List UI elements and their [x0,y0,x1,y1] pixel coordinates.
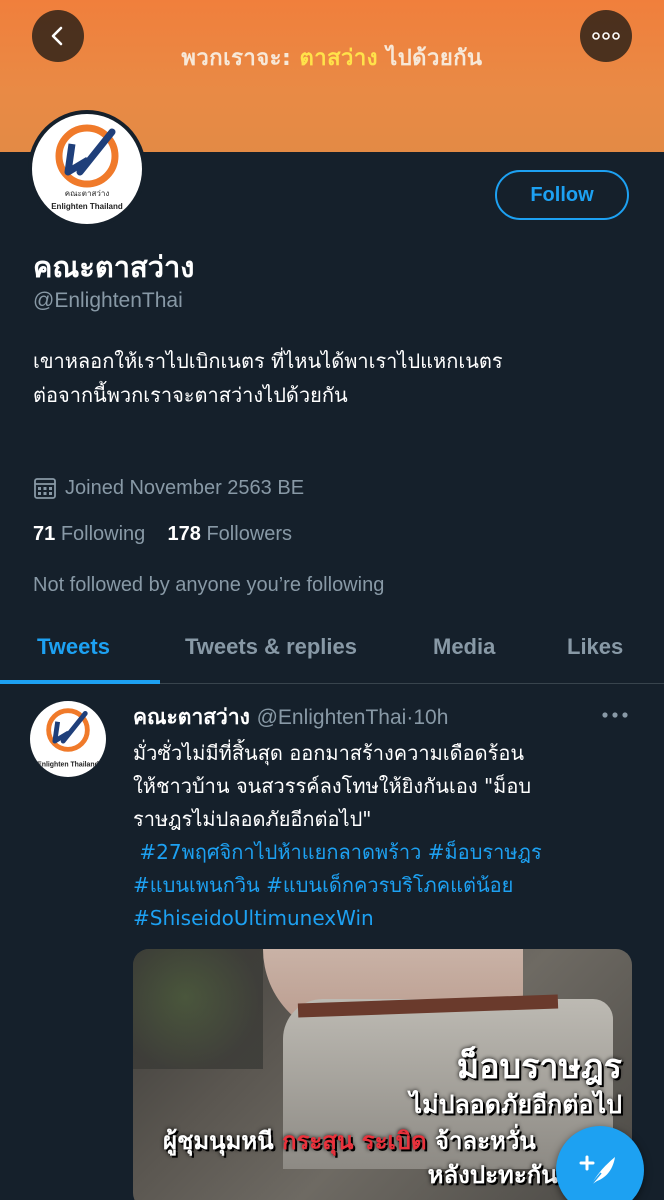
svg-text:Enlighten Thailand: Enlighten Thailand [37,762,99,769]
svg-text:Enlighten Thailand: Enlighten Thailand [51,202,123,211]
hashtag-link[interactable]: #27พฤศจิกาไปห้าแยกลาดพร้าว [139,840,421,864]
joined-text: Joined November 2563 BE [65,476,305,499]
tweet-author-handle: @EnlightenThai [256,706,407,729]
tweet-text: มั่วซั่วไม่มีที่สิ้นสุด ออกมาสร้างความเด… [133,737,653,935]
tweet-author-name[interactable]: คณะตาสว่าง [133,705,250,729]
tweet[interactable]: Enlighten Thailand คณะตาสว่าง @Enlighten… [0,685,664,1200]
tweet-time: 10h [413,706,449,729]
profile-bio: เขาหลอกให้เราไปเบิกเนตร ที่ไหนได้พาเราไป… [33,344,633,412]
not-followed-notice: Not followed by anyone you’re following [33,574,385,596]
enlighten-logo: Enlighten Thailand [37,708,99,769]
follow-button[interactable]: Follow [495,170,629,220]
hashtag-link[interactable]: #ม็อบราษฎร [428,840,542,864]
more-horizontal-icon [602,712,628,718]
photo-background [133,949,263,1069]
more-button[interactable] [580,10,632,62]
hashtag-link[interactable]: #แบนเพนกวิน [133,873,260,897]
hashtag-link[interactable]: #ShiseidoUltimunexWin [133,906,374,930]
tab-likes[interactable]: Likes [567,634,623,660]
tweet-menu-button[interactable] [602,703,628,722]
tweet-line: มั่วซั่วไม่มีที่สิ้นสุด ออกมาสร้างความเด… [133,741,525,765]
tweet-header: คณะตาสว่าง @EnlightenThai·10h [133,701,448,734]
back-button[interactable] [32,10,84,62]
tweet-avatar[interactable]: Enlighten Thailand [30,701,106,777]
tab-tweets[interactable]: Tweets [37,634,110,660]
profile-handle: @EnlightenThai [33,289,183,312]
tweet-hashtags-line: #27พฤศจิกาไปห้าแยกลาดพร้าว #ม็อบราษฎร [133,836,653,869]
profile-tabs: Tweets Tweets & replies Media Likes [0,616,664,684]
svg-text:คณะตาสว่าง: คณะตาสว่าง [65,189,110,198]
tab-tweets-replies[interactable]: Tweets & replies [185,634,357,660]
followers-link[interactable]: 178 Followers [168,523,293,545]
tweet-hashtags-line: #ShiseidoUltimunexWin [133,902,653,935]
follow-stats: 71 Following 178 Followers [33,523,292,546]
hashtag-link[interactable]: #แบนเด็กควรบริโภคแต่น้อย [266,873,513,897]
bio-line: ต่อจากนี้พวกเราจะตาสว่างไปด้วยกัน [33,383,348,407]
more-horizontal-icon [592,32,620,40]
joined-date: Joined November 2563 BE [33,476,304,500]
chevron-left-icon [51,26,63,46]
banner-text: พวกเราจะ: ตาสว่าง ไปด้วยกัน [181,46,483,71]
tweet-line: ราษฎรไม่ปลอดภัยอีกต่อไป" [133,807,372,831]
media-subtitle: ไม่ปลอดภัยอีกต่อไป [409,1090,622,1119]
bio-line: เขาหลอกให้เราไปเบิกเนตร ที่ไหนได้พาเราไป… [33,349,503,373]
tab-media[interactable]: Media [433,634,495,660]
enlighten-logo: คณะตาสว่าง Enlighten Thailand [32,114,142,224]
compose-tweet-icon [579,1155,615,1186]
profile-avatar[interactable]: คณะตาสว่าง Enlighten Thailand [28,110,146,228]
active-tab-indicator [0,680,160,684]
tweet-line: ให้ชาวบ้าน จนสวรรค์ลงโทษให้ยิงกันเอง "ม็… [133,774,532,798]
tweet-hashtags-line: #แบนเพนกวิน #แบนเด็กควรบริโภคแต่น้อย [133,869,653,902]
calendar-icon [34,478,56,499]
following-link[interactable]: 71 Following [33,523,145,545]
profile-name: คณะตาสว่าง [33,250,195,284]
